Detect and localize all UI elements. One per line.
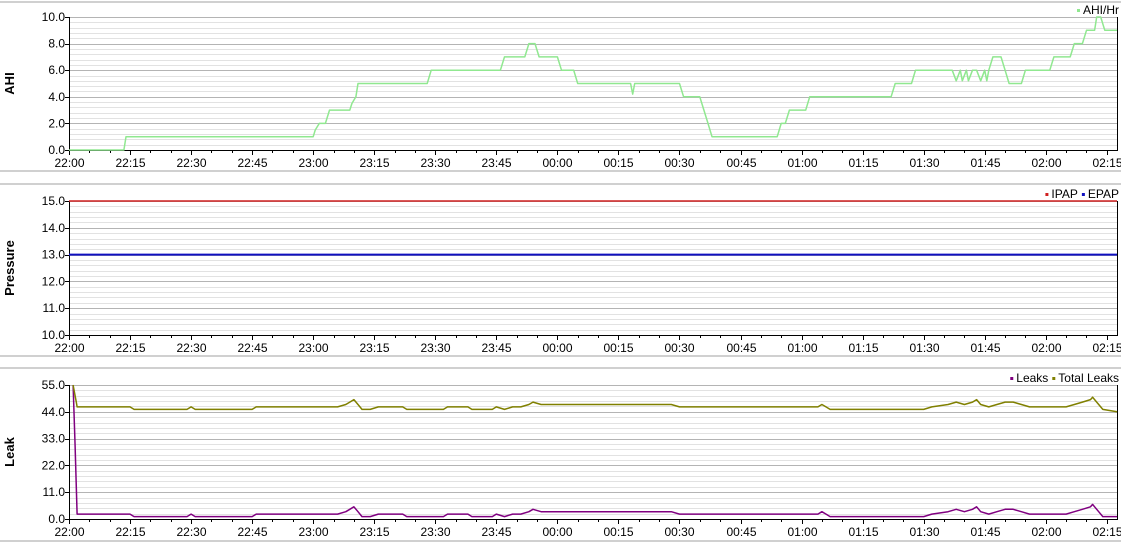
chart-stack: 0.0 2.0 4.0 6.0 8.0 10.0 22:00 22:15 22:30 22:45 2…	[0, 0, 1121, 544]
x-tick-label: 00:00	[542, 525, 572, 539]
legend-label: Leaks	[1016, 371, 1048, 385]
x-tick-label: 00:30	[664, 156, 694, 170]
x-tick-label: 23:00	[298, 341, 328, 355]
x-tick-label: 22:00	[54, 156, 84, 170]
y-tick-label: 0.0	[48, 512, 65, 526]
y-tick-label: 15.0	[42, 194, 66, 208]
x-tick-label: 23:15	[359, 341, 389, 355]
x-tick-label: 00:15	[603, 525, 633, 539]
y-tick-label: 2.0	[48, 116, 65, 130]
x-tick-label: 22:00	[54, 525, 84, 539]
x-tick-label: 22:00	[54, 341, 84, 355]
legend-swatch	[1045, 193, 1049, 196]
charts-svg: 0.02.04.06.08.010.022:00 22:15 22:30 22:45 2…	[0, 1, 1121, 542]
x-tick-label: 01:45	[970, 341, 1000, 355]
legend-label: EPAP	[1088, 187, 1119, 201]
x-tick-label: 00:45	[726, 341, 756, 355]
y-tick-label: 6.0	[48, 63, 65, 77]
x-tick-label: 22:15	[115, 156, 145, 170]
x-tick-label: 00:15	[603, 156, 633, 170]
x-tick-label: 01:30	[909, 525, 939, 539]
x-tick-label: 22:45	[237, 156, 267, 170]
x-tick-label: 00:45	[726, 525, 756, 539]
x-tick-label: 23:30	[420, 525, 450, 539]
x-tick-label: 23:00	[298, 156, 328, 170]
y-tick-label: 4.0	[48, 90, 65, 104]
x-tick-label: 02:00	[1031, 341, 1061, 355]
y-tick-label: 55.0	[42, 378, 66, 392]
y-axis-title: Leak	[2, 436, 17, 466]
x-tick-label: 23:45	[481, 156, 511, 170]
y-axis-title: AHI	[2, 72, 17, 94]
x-tick-label: 01:45	[970, 156, 1000, 170]
x-tick-label: 01:15	[848, 341, 878, 355]
x-tick-label: 02:00	[1031, 525, 1061, 539]
x-tick-label: 23:00	[298, 525, 328, 539]
legend-swatch	[1010, 377, 1014, 380]
legend-label: IPAP	[1051, 187, 1077, 201]
y-tick-label: 10.0	[42, 328, 66, 342]
x-tick-label: 22:15	[115, 525, 145, 539]
legend-label: AHI/Hr	[1083, 3, 1119, 17]
legend-swatch	[1052, 377, 1056, 380]
x-tick-label: 01:00	[787, 156, 817, 170]
y-tick-label: 10.0	[42, 10, 66, 24]
x-tick-label: 00:00	[542, 156, 572, 170]
y-tick-label: 0.0	[48, 143, 65, 157]
series-line-ahi-hr	[69, 16, 1117, 151]
legend-swatch	[1081, 193, 1085, 196]
x-tick-label: 23:30	[420, 341, 450, 355]
y-tick-label: 22.0	[42, 458, 66, 472]
x-tick-label: 02:15	[1092, 341, 1121, 355]
y-tick-label: 14.0	[42, 221, 66, 235]
x-tick-label: 01:15	[848, 525, 878, 539]
x-tick-label: 22:15	[115, 341, 145, 355]
y-tick-label: 33.0	[42, 432, 66, 446]
y-tick-label: 11.0	[43, 301, 66, 315]
x-tick-label: 00:15	[603, 341, 633, 355]
x-tick-label: 23:15	[359, 525, 389, 539]
x-tick-label: 00:45	[726, 156, 756, 170]
x-tick-label: 22:30	[176, 525, 206, 539]
x-tick-label: 01:30	[909, 341, 939, 355]
x-tick-label: 22:45	[237, 341, 267, 355]
x-tick-label: 01:45	[970, 525, 1000, 539]
y-tick-label: 11.0	[43, 485, 66, 499]
x-tick-label: 00:30	[664, 341, 694, 355]
y-tick-label: 12.0	[42, 274, 66, 288]
chart-panel-3: 0.0 11.0 22.0 33.0 44.0 55.0 22:00 22:15 22:30 22…	[0, 367, 1121, 542]
y-tick-label: 8.0	[48, 37, 65, 51]
y-axis-title: Pressure	[2, 240, 17, 296]
x-tick-label: 00:30	[664, 525, 694, 539]
x-tick-label: 00:00	[542, 341, 572, 355]
y-tick-label: 44.0	[42, 405, 66, 419]
x-tick-label: 02:00	[1031, 156, 1061, 170]
x-tick-label: 22:30	[176, 341, 206, 355]
x-tick-label: 02:15	[1092, 525, 1121, 539]
x-tick-label: 22:30	[176, 156, 206, 170]
x-tick-label: 23:45	[481, 525, 511, 539]
x-tick-label: 01:15	[848, 156, 878, 170]
x-tick-label: 01:30	[909, 156, 939, 170]
chart-panel-2: 10.0 11.0 12.0 13.0 14.0 15.0 22:00 22:15 22:30 2…	[0, 183, 1121, 357]
x-tick-label: 02:15	[1092, 156, 1121, 170]
chart-panel-1: 0.0 2.0 4.0 6.0 8.0 10.0 22:00 22:15 22:30 22:45 2…	[0, 1, 1121, 172]
x-tick-label: 01:00	[787, 525, 817, 539]
x-tick-label: 23:30	[420, 156, 450, 170]
legend-swatch	[1077, 9, 1080, 12]
y-tick-label: 13.0	[42, 248, 66, 262]
x-tick-label: 01:00	[787, 341, 817, 355]
legend-label: Total Leaks	[1058, 371, 1119, 385]
x-tick-label: 23:45	[481, 341, 511, 355]
series-line-total-leaks	[72, 384, 1118, 413]
x-tick-label: 22:45	[237, 525, 267, 539]
x-tick-label: 23:15	[359, 156, 389, 170]
